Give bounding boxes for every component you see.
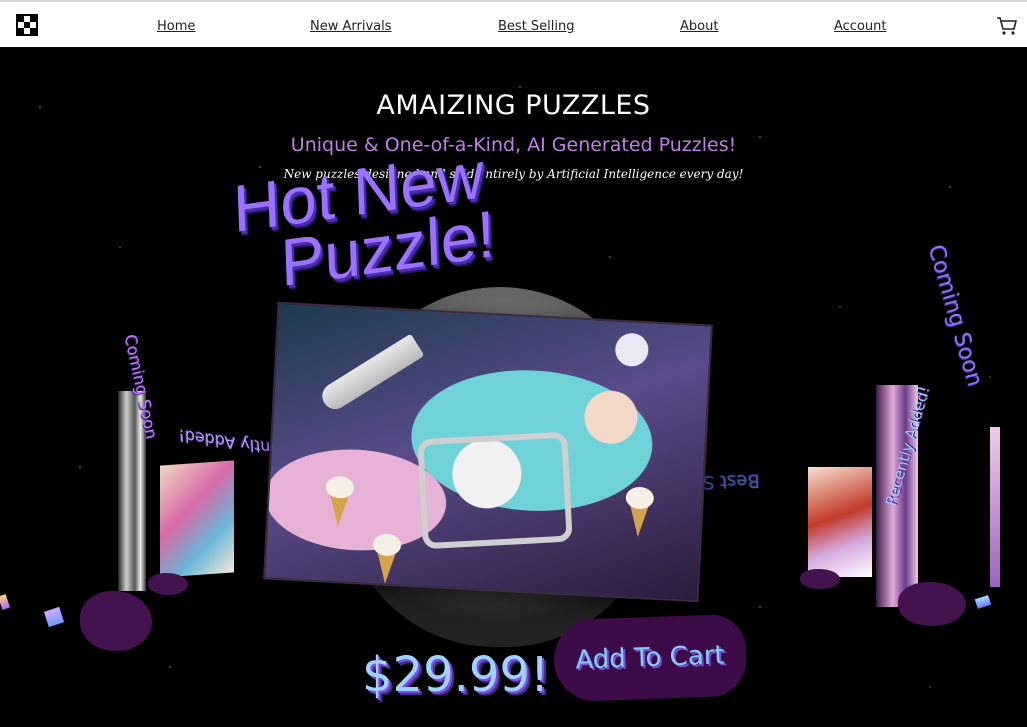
top-nav: Home New Arrivals Best Selling About Acc… <box>0 0 1027 47</box>
carousel-panel-right-edge[interactable] <box>990 427 1000 587</box>
decor-puzzle-piece <box>0 594 10 610</box>
nav-link-account[interactable]: Account <box>834 19 887 34</box>
carousel-panel-recently-added[interactable] <box>160 460 234 578</box>
decor-blob <box>148 573 188 595</box>
nav-link-about[interactable]: About <box>680 19 718 34</box>
nav-link-best-selling[interactable]: Best Selling <box>498 19 575 34</box>
site-title: AMAIZING PUZZLES <box>376 90 651 121</box>
nav-link-new-arrivals[interactable]: New Arrivals <box>310 19 392 34</box>
decor-blob <box>898 582 966 626</box>
decor-puzzle-piece <box>43 606 65 628</box>
ice-cream-cone-illustration <box>374 549 397 585</box>
hero-section: AMAIZING PUZZLES Unique & One-of-a-Kind,… <box>0 47 1027 727</box>
coming-soon-label: Coming Soon <box>922 241 988 390</box>
logo-icon[interactable] <box>16 14 38 36</box>
cart-icon[interactable] <box>996 16 1018 36</box>
decor-blob <box>800 569 840 589</box>
carousel-panel-right-art[interactable] <box>808 467 872 577</box>
decor-blob <box>80 591 152 651</box>
decor-puzzle-piece <box>974 595 992 609</box>
price-label: $29.99! <box>362 647 550 703</box>
roller-coaster-seat-illustration <box>417 431 573 550</box>
hot-new-puzzle-banner: Hot New Puzzle! <box>232 137 533 300</box>
add-to-cart-button[interactable]: Add To Cart <box>552 613 748 703</box>
ice-cream-cone-illustration <box>327 491 350 527</box>
ice-cream-cone-illustration <box>627 502 650 538</box>
rocket-illustration <box>317 333 425 414</box>
nav-link-home[interactable]: Home <box>157 19 195 34</box>
featured-puzzle-image[interactable] <box>263 301 713 603</box>
